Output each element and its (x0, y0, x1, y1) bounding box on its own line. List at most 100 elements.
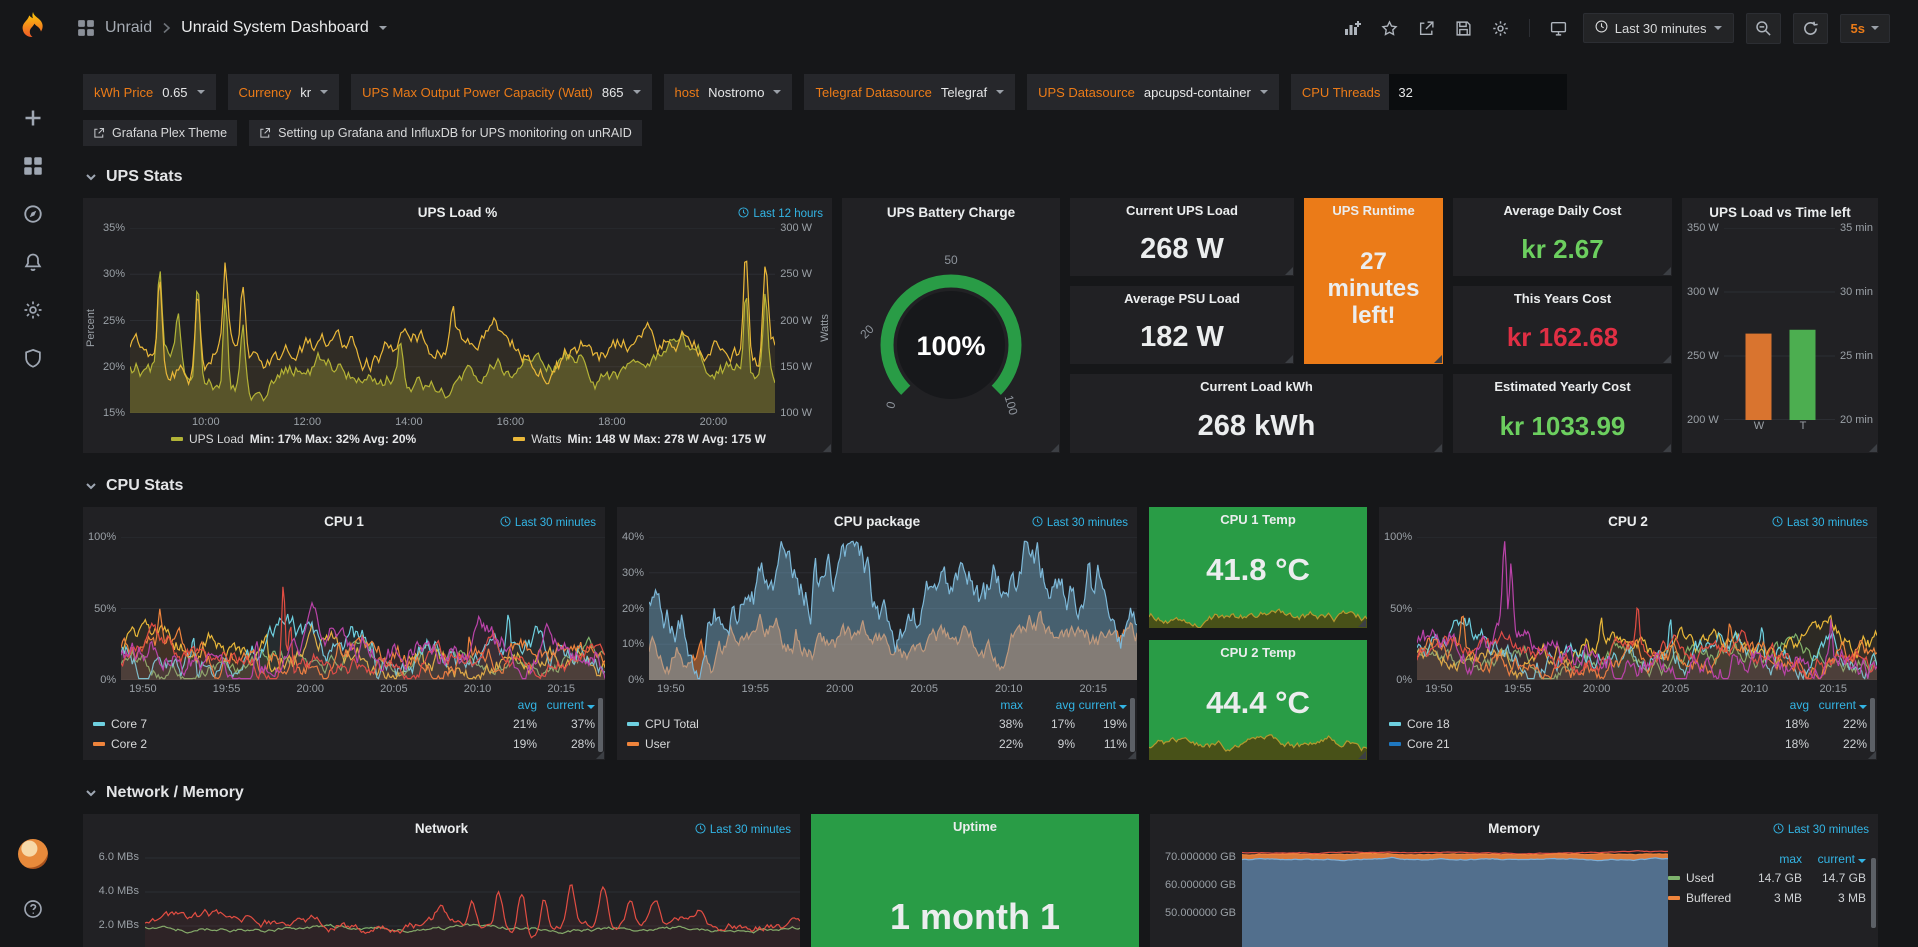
dashboard-dropdown-caret-icon[interactable] (379, 26, 387, 30)
panel-title[interactable]: Memory (1150, 814, 1878, 844)
legend-item[interactable]: WattsMin: 148 W Max: 278 W Avg: 175 W (513, 432, 766, 446)
sidebar-item-server-admin[interactable] (22, 347, 44, 369)
legend-series-name[interactable]: Core 7 (93, 717, 479, 731)
legend-column-header[interactable]: avg (1023, 698, 1075, 712)
favorite-button[interactable] (1377, 16, 1402, 41)
row-header-ups-stats[interactable]: UPS Stats (83, 146, 1878, 198)
panel-time-override[interactable]: Last 30 minutes (1032, 516, 1128, 530)
legend-scrollbar[interactable] (1130, 698, 1135, 752)
legend-series-name[interactable]: User (627, 737, 971, 751)
cpu2-chart[interactable] (1417, 537, 1877, 680)
dashboard-link-grafana-plex-theme[interactable]: Grafana Plex Theme (83, 120, 237, 146)
legend-scrollbar[interactable] (1871, 858, 1876, 928)
panel-resize-handle[interactable] (1434, 444, 1442, 452)
panel-resize-handle[interactable] (1869, 444, 1877, 452)
panel-title[interactable]: CPU 2 Temp (1149, 640, 1367, 665)
zoom-out-button[interactable] (1746, 13, 1781, 44)
network-chart[interactable] (145, 844, 800, 947)
sidebar-item-alerting[interactable] (22, 251, 44, 273)
variable-value[interactable]: 865 (602, 85, 624, 100)
legend-series-name[interactable]: CPU Total (627, 717, 971, 731)
panel-title[interactable]: Current Load kWh (1070, 374, 1443, 399)
legend-series-name[interactable]: Core 21 (1389, 737, 1751, 751)
template-variable-ups-datasource[interactable]: UPS Datasourceapcupsd-container (1027, 74, 1279, 110)
template-variable-cpu-threads[interactable]: CPU Threads (1291, 74, 1568, 110)
panel-resize-handle[interactable] (823, 444, 831, 452)
share-button[interactable] (1414, 16, 1439, 41)
ups-vs-time-chart[interactable] (1724, 228, 1835, 420)
legend-column-header[interactable]: max (1738, 852, 1802, 866)
legend-column-header[interactable]: current (1802, 852, 1866, 866)
legend-scrollbar[interactable] (598, 698, 603, 752)
add-panel-button[interactable] (1340, 16, 1365, 41)
panel-title[interactable]: UPS Load % (83, 198, 832, 228)
panel-resize-handle[interactable] (1868, 751, 1876, 759)
panel-resize-handle[interactable] (1358, 751, 1366, 759)
variable-value[interactable]: apcupsd-container (1144, 85, 1251, 100)
panel-time-override[interactable]: Last 30 minutes (1772, 516, 1868, 530)
sidebar-item-explore[interactable] (22, 203, 44, 225)
legend-column-header[interactable]: max (971, 698, 1023, 712)
legend-scrollbar[interactable] (1870, 698, 1875, 752)
panel-resize-handle[interactable] (1358, 619, 1366, 627)
template-variable-currency[interactable]: Currencykr (228, 74, 340, 110)
panel-resize-handle[interactable] (1285, 355, 1293, 363)
variable-input[interactable] (1389, 74, 1567, 110)
time-range-picker[interactable]: Last 30 minutes (1583, 13, 1734, 43)
cycle-view-button[interactable] (1546, 16, 1571, 41)
dashboard-link-setting-up-grafana-and-influxd[interactable]: Setting up Grafana and InfluxDB for UPS … (249, 120, 642, 146)
legend-column-header[interactable]: avg (479, 698, 537, 712)
panel-title[interactable]: CPU 1 Temp (1149, 507, 1367, 532)
save-button[interactable] (1451, 16, 1476, 41)
template-variable-telegraf-datasource[interactable]: Telegraf DatasourceTelegraf (804, 74, 1015, 110)
template-variable-kwh-price[interactable]: kWh Price0.65 (83, 74, 216, 110)
panel-resize-handle[interactable] (1434, 355, 1442, 363)
panel-resize-handle[interactable] (1128, 751, 1136, 759)
panel-resize-handle[interactable] (1663, 267, 1671, 275)
variable-value[interactable]: 0.65 (162, 85, 187, 100)
legend-series-name[interactable]: Used (1668, 871, 1738, 885)
ups-load-chart[interactable] (130, 228, 775, 413)
row-header-network-memory[interactable]: Network / Memory (83, 760, 1878, 814)
refresh-button[interactable] (1793, 13, 1828, 44)
panel-time-override[interactable]: Last 12 hours (738, 207, 823, 221)
variable-value[interactable]: kr (300, 85, 311, 100)
breadcrumb-dashboard-title[interactable]: Unraid System Dashboard (181, 19, 369, 37)
panel-title[interactable]: This Years Cost (1453, 286, 1672, 311)
panel-resize-handle[interactable] (596, 751, 604, 759)
template-variable-host[interactable]: hostNostromo (664, 74, 793, 110)
legend-series-name[interactable]: Core 2 (93, 737, 479, 751)
grafana-logo[interactable] (13, 10, 53, 50)
legend-column-header[interactable]: avg (1751, 698, 1809, 712)
create-button[interactable] (22, 107, 44, 129)
cpu1-chart[interactable] (121, 537, 605, 680)
cpu-package-chart[interactable] (649, 537, 1137, 680)
refresh-interval-picker[interactable]: 5s (1840, 14, 1890, 43)
panel-title[interactable]: Estimated Yearly Cost (1453, 374, 1672, 399)
dashboard-picker-icon[interactable] (77, 19, 95, 37)
panel-time-override[interactable]: Last 30 minutes (695, 823, 791, 837)
panel-title[interactable]: UPS Battery Charge (842, 198, 1060, 228)
variable-value[interactable]: Nostromo (708, 85, 764, 100)
panel-title[interactable]: Average PSU Load (1070, 286, 1294, 311)
panel-resize-handle[interactable] (1051, 444, 1059, 452)
legend-item[interactable]: UPS LoadMin: 17% Max: 32% Avg: 20% (171, 432, 416, 446)
user-avatar[interactable] (18, 839, 48, 869)
panel-resize-handle[interactable] (1285, 267, 1293, 275)
panel-title[interactable]: Current UPS Load (1070, 198, 1294, 223)
legend-column-header[interactable]: current (537, 698, 595, 712)
variable-value[interactable]: Telegraf (941, 85, 987, 100)
breadcrumb-app[interactable]: Unraid (105, 19, 152, 37)
legend-series-name[interactable]: Core 18 (1389, 717, 1751, 731)
template-variable-ups-max-output-power-capacity-watt[interactable]: UPS Max Output Power Capacity (Watt)865 (351, 74, 651, 110)
panel-title[interactable]: Average Daily Cost (1453, 198, 1672, 223)
dashboard-settings-button[interactable] (1488, 16, 1513, 41)
panel-title[interactable]: Uptime (811, 814, 1139, 839)
panel-title[interactable]: UPS Runtime (1304, 198, 1443, 223)
row-header-cpu-stats[interactable]: CPU Stats (83, 453, 1878, 507)
sidebar-item-configuration[interactable] (22, 299, 44, 321)
legend-column-header[interactable]: current (1075, 698, 1127, 712)
panel-time-override[interactable]: Last 30 minutes (1773, 823, 1869, 837)
sidebar-item-dashboards[interactable] (22, 155, 44, 177)
memory-chart[interactable] (1242, 844, 1668, 947)
